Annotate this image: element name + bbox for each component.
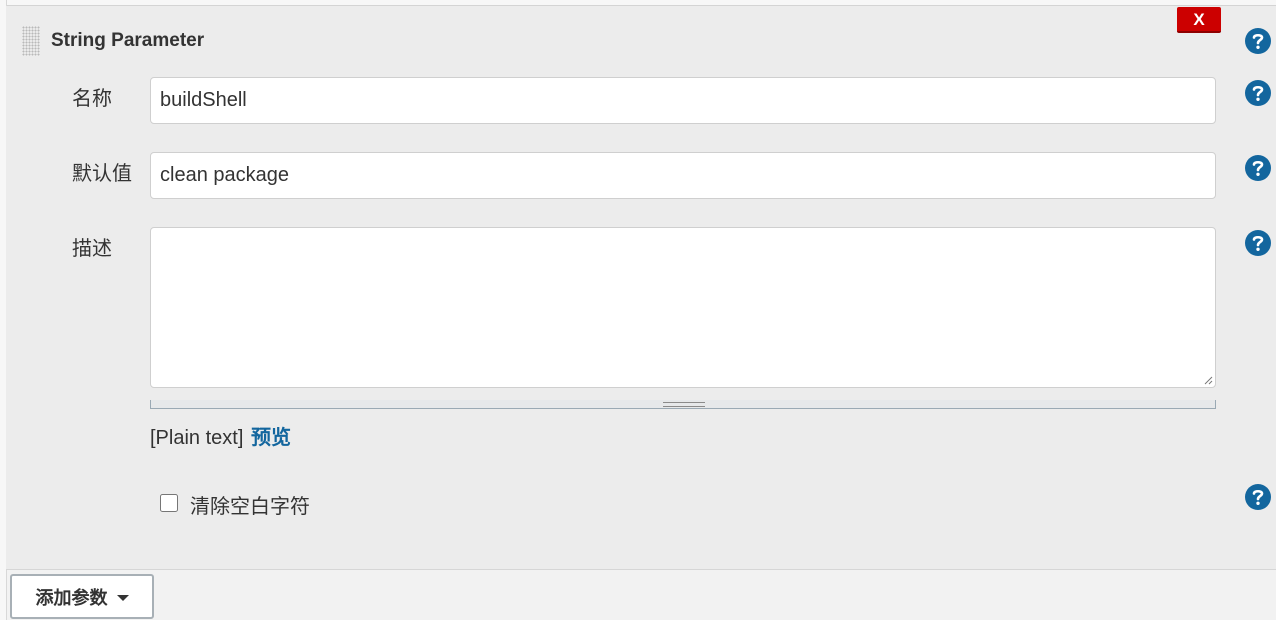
drag-handle-icon[interactable]	[22, 26, 40, 56]
name-label: 名称	[72, 88, 112, 110]
caret-down-icon	[116, 594, 129, 601]
default-value-label: 默认值	[72, 163, 132, 185]
default-value-input[interactable]	[150, 152, 1216, 199]
help-icon[interactable]	[1245, 155, 1271, 181]
help-icon[interactable]	[1245, 484, 1271, 510]
help-icon[interactable]	[1245, 230, 1271, 256]
trim-label[interactable]: 清除空白字符	[190, 490, 310, 519]
textarea-resize-bar[interactable]	[150, 400, 1216, 409]
name-input[interactable]	[150, 77, 1216, 124]
markup-syntax-line: [Plain text] 预览	[150, 421, 291, 450]
textarea-resize-icon[interactable]	[1203, 375, 1213, 385]
description-textarea[interactable]	[150, 227, 1216, 388]
parameter-title: String Parameter	[51, 30, 205, 51]
help-icon[interactable]	[1245, 28, 1271, 54]
description-label: 描述	[72, 238, 112, 260]
syntax-mode-text: [Plain text]	[150, 427, 244, 449]
resize-grip-icon	[663, 402, 705, 407]
help-icon[interactable]	[1245, 80, 1271, 106]
add-parameter-label: 添加参数	[35, 587, 108, 608]
trim-checkbox[interactable]	[160, 494, 178, 512]
add-parameter-button[interactable]: 添加参数	[10, 574, 154, 619]
delete-parameter-button[interactable]: X	[1177, 7, 1221, 33]
preview-link[interactable]: 预览	[251, 427, 291, 449]
